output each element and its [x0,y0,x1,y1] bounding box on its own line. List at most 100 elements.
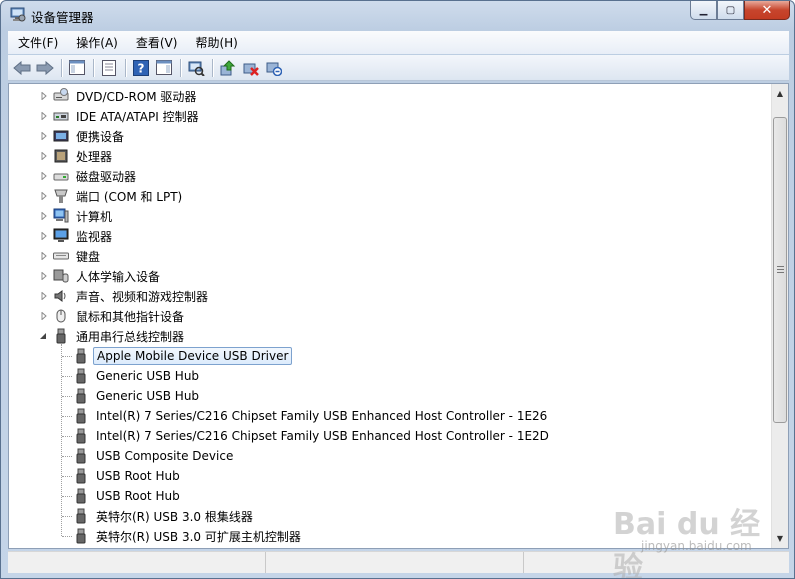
action-pane-button[interactable] [153,58,175,78]
device-category-hid[interactable]: 人体学输入设备 [53,266,163,286]
status-segment [8,552,266,573]
back-button[interactable] [11,58,33,78]
keyboard-icon [53,248,69,264]
minimize-button[interactable]: ▁ [690,1,717,20]
device-category-port[interactable]: 端口 (COM 和 LPT) [53,186,185,206]
help-button[interactable]: ? [130,58,152,78]
tree-connector-line [62,436,72,437]
device-category-usb[interactable]: 通用串行总线控制器 [53,326,187,346]
expand-arrow-icon[interactable] [40,232,48,240]
expand-arrow-icon[interactable] [40,92,48,100]
console-tree-button[interactable] [66,58,88,78]
device-category-processor[interactable]: 处理器 [53,146,115,166]
usb-device-item[interactable]: Apple Mobile Device USB Driver [73,346,293,366]
usb-device-item[interactable]: USB Root Hub [73,486,183,506]
usb-device-item[interactable]: Intel(R) 7 Series/C216 Chipset Family US… [73,406,550,426]
toolbar-separator [212,58,213,77]
device-category-sound[interactable]: 声音、视频和游戏控制器 [53,286,211,306]
tree-connector-line [62,376,72,377]
usb-device-icon [73,468,89,484]
usb-device-label: 英特尔(R) USB 3.0 可扩展主机控制器 [96,529,301,544]
expand-arrow-icon[interactable] [40,172,48,180]
scan-hardware-button[interactable] [185,58,207,78]
grip-line [777,272,784,273]
usb-device-label: Generic USB Hub [96,369,200,383]
dvd-drive-icon [53,88,69,104]
uninstall-device-button[interactable] [263,58,285,78]
menu-file[interactable]: 文件(F) [8,34,66,51]
usb-device-label: Intel(R) 7 Series/C216 Chipset Family US… [96,429,549,443]
usb-device-icon [73,408,89,424]
device-category-label: 监视器 [76,229,113,244]
scroll-up-arrow-icon[interactable]: ▲ [772,85,788,102]
expand-arrow-icon[interactable] [40,252,48,260]
usb-device-item[interactable]: Generic USB Hub [73,386,202,406]
forward-button[interactable] [34,58,56,78]
expand-arrow-icon[interactable] [40,192,48,200]
grip-line [777,266,784,267]
expand-arrow-icon[interactable] [40,112,48,120]
computer-icon [53,208,69,224]
tree-connector-line [62,396,72,397]
scrollbar-thumb[interactable] [773,117,787,423]
device-category-monitor[interactable]: 监视器 [53,226,115,246]
disable-device-button[interactable] [240,58,262,78]
device-category-disk-drive[interactable]: 磁盘驱动器 [53,166,139,186]
toolbar-separator [93,58,94,77]
usb-device-item[interactable]: 英特尔(R) USB 3.0 可扩展主机控制器 [73,526,304,546]
expand-arrow-icon[interactable] [40,212,48,220]
window-title: 设备管理器 [31,10,94,25]
device-category-label: DVD/CD-ROM 驱动器 [76,89,197,104]
expand-arrow-icon[interactable] [40,152,48,160]
device-category-ide-controller[interactable]: IDE ATA/ATAPI 控制器 [53,106,202,126]
toolbar-separator [180,58,181,77]
menu-help[interactable]: 帮助(H) [185,34,245,51]
title-bar[interactable]: 设备管理器 ▁ ▢ ✕ [1,1,794,29]
device-category-computer[interactable]: 计算机 [53,206,115,226]
menu-view[interactable]: 查看(V) [126,34,186,51]
usb-device-item[interactable]: Intel(R) 7 Series/C216 Chipset Family US… [73,426,552,446]
device-category-label: 计算机 [76,209,113,224]
expand-arrow-icon[interactable] [40,272,48,280]
disk-drive-icon [53,168,69,184]
device-category-label: 处理器 [76,149,113,164]
tree-connector-line [62,536,72,537]
tree-connector-line [62,496,72,497]
expand-arrow-icon[interactable] [40,132,48,140]
usb-device-item[interactable]: Generic USB Hub [73,366,202,386]
device-manager-window: 设备管理器 ▁ ▢ ✕ 文件(F) 操作(A) 查看(V) 帮助(H) ? DV… [0,0,795,579]
close-button[interactable]: ✕ [744,1,790,20]
portable-device-icon [53,128,69,144]
usb-device-item[interactable]: 英特尔(R) USB 3.0 根集线器 [73,506,256,526]
device-category-dvd-drive[interactable]: DVD/CD-ROM 驱动器 [53,86,199,106]
usb-device-icon [73,508,89,524]
tree-connector-line [62,476,72,477]
device-tree[interactable]: DVD/CD-ROM 驱动器 IDE ATA/ATAPI 控制器便携设备处理器磁盘… [8,83,789,549]
menu-action[interactable]: 操作(A) [66,34,126,51]
device-category-label: 便携设备 [76,129,125,144]
usb-device-icon [73,348,89,364]
device-category-label: 键盘 [76,249,101,264]
mouse-icon [53,308,69,324]
device-category-mouse[interactable]: 鼠标和其他指针设备 [53,306,187,326]
properties-button[interactable] [98,58,120,78]
help-icon: ? [133,59,149,76]
expand-arrow-icon[interactable] [40,292,48,300]
toolbar-separator [61,58,62,77]
vertical-scrollbar[interactable]: ▲ ▼ [771,84,788,548]
maximize-button[interactable]: ▢ [717,1,744,20]
usb-device-item[interactable]: USB Composite Device [73,446,236,466]
show-action-pane-icon [156,60,172,75]
device-category-keyboard[interactable]: 键盘 [53,246,103,266]
expand-arrow-icon[interactable] [40,312,48,320]
scroll-down-arrow-icon[interactable]: ▼ [772,530,788,547]
collapse-arrow-icon[interactable] [39,332,47,340]
device-category-portable-device[interactable]: 便携设备 [53,126,127,146]
usb-device-icon [73,488,89,504]
usb-device-label: Intel(R) 7 Series/C216 Chipset Family US… [96,409,548,423]
update-driver-button[interactable] [217,58,239,78]
usb-device-item[interactable]: USB Root Hub [73,466,183,486]
monitor-icon [53,228,69,244]
status-segment [524,552,789,573]
svg-text:?: ? [138,61,145,75]
